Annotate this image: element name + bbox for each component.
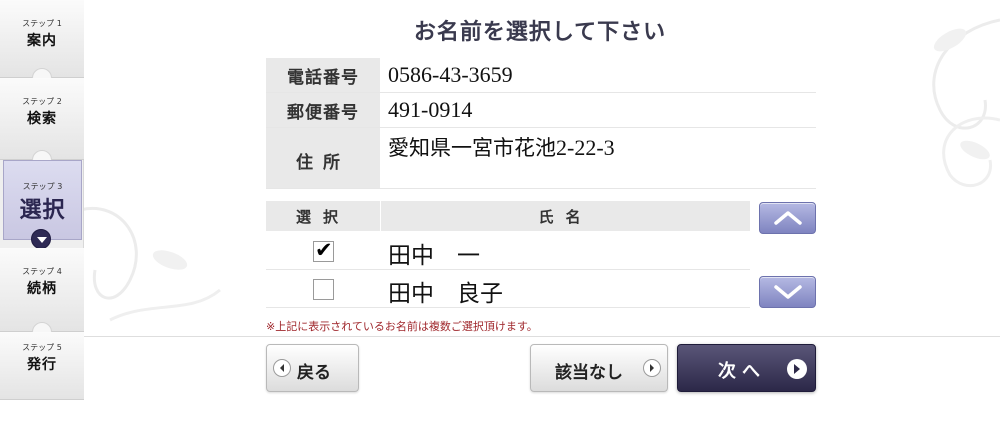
step-2: ステップ 2 検索 — [0, 78, 84, 160]
zip-row: 郵便番号 491-0914 — [266, 93, 816, 128]
address-number: 2-22-3 — [556, 135, 615, 160]
step-5-label: 発行 — [27, 357, 57, 373]
zip-value: 491-0914 — [388, 97, 473, 122]
step-1-number: ステップ 1 — [22, 19, 62, 28]
person-name: 田中 良子 — [388, 281, 503, 307]
step-2-label: 検索 — [27, 111, 57, 127]
step-1-label: 案内 — [27, 33, 57, 49]
zip-label: 郵便番号 — [266, 93, 380, 127]
address-label: 住所 — [266, 128, 380, 188]
person-name: 田中 一 — [388, 243, 480, 269]
name-list-header: 選択 氏名 — [266, 201, 750, 231]
next-button-label: 次へ — [718, 361, 766, 382]
phone-label: 電話番号 — [266, 58, 380, 92]
phone-value: 0586-43-3659 — [388, 62, 513, 87]
address-row: 住所 愛知県一宮市花池2-22-3 — [266, 128, 816, 189]
chevron-up-icon — [773, 211, 802, 225]
list-item[interactable]: 田中 一 — [266, 232, 750, 270]
arrow-right-circle-icon — [643, 359, 661, 377]
scroll-down-button[interactable] — [759, 276, 816, 308]
select-checkbox[interactable] — [313, 238, 334, 262]
phone-row: 電話番号 0586-43-3659 — [266, 58, 816, 93]
decorative-swirl-top-right — [932, 18, 1000, 188]
decorative-swirl-left — [80, 207, 221, 322]
select-column-header: 選択 — [266, 201, 380, 231]
not-applicable-label: 該当なし — [555, 363, 623, 383]
back-button-label: 戻る — [297, 363, 331, 383]
select-checkbox[interactable] — [313, 279, 334, 300]
address-value: 愛知県一宮市花池2-22-3 — [388, 132, 615, 162]
step-3-label: 選択 — [19, 198, 66, 223]
next-button[interactable]: 次へ — [677, 344, 816, 392]
active-step-arrow-icon — [31, 229, 51, 249]
back-button[interactable]: 戻る — [266, 344, 359, 392]
not-applicable-button[interactable]: 該当なし — [530, 344, 668, 392]
step-3-number: ステップ 3 — [22, 182, 63, 191]
footer-divider — [84, 336, 1000, 337]
list-item[interactable]: 田中 良子 — [266, 270, 750, 308]
scroll-up-button[interactable] — [759, 202, 816, 234]
step-sidebar: ステップ 1 案内 ステップ 2 検索 ステップ 3 選択 ステップ 4 続柄 … — [0, 0, 84, 400]
page-title: お名前を選択して下さい — [413, 20, 667, 45]
arrow-right-circle-icon — [787, 359, 807, 379]
multi-select-note: ※上記に表示されているお名前は複数ご選択頂けます。 — [266, 320, 538, 333]
step-4-label: 続柄 — [27, 281, 57, 297]
step-3-active: ステップ 3 選択 — [3, 160, 82, 240]
address-text: 愛知県一宮市花池 — [388, 136, 556, 160]
step-2-number: ステップ 2 — [22, 97, 62, 106]
chevron-down-icon — [773, 285, 802, 299]
step-5-number: ステップ 5 — [22, 343, 62, 352]
arrow-left-circle-icon — [273, 359, 291, 377]
step-4: ステップ 4 続柄 — [0, 248, 84, 332]
name-column-header: 氏名 — [381, 201, 750, 231]
step-5: ステップ 5 発行 — [0, 332, 84, 400]
step-1: ステップ 1 案内 — [0, 0, 84, 78]
step-4-number: ステップ 4 — [22, 267, 62, 276]
